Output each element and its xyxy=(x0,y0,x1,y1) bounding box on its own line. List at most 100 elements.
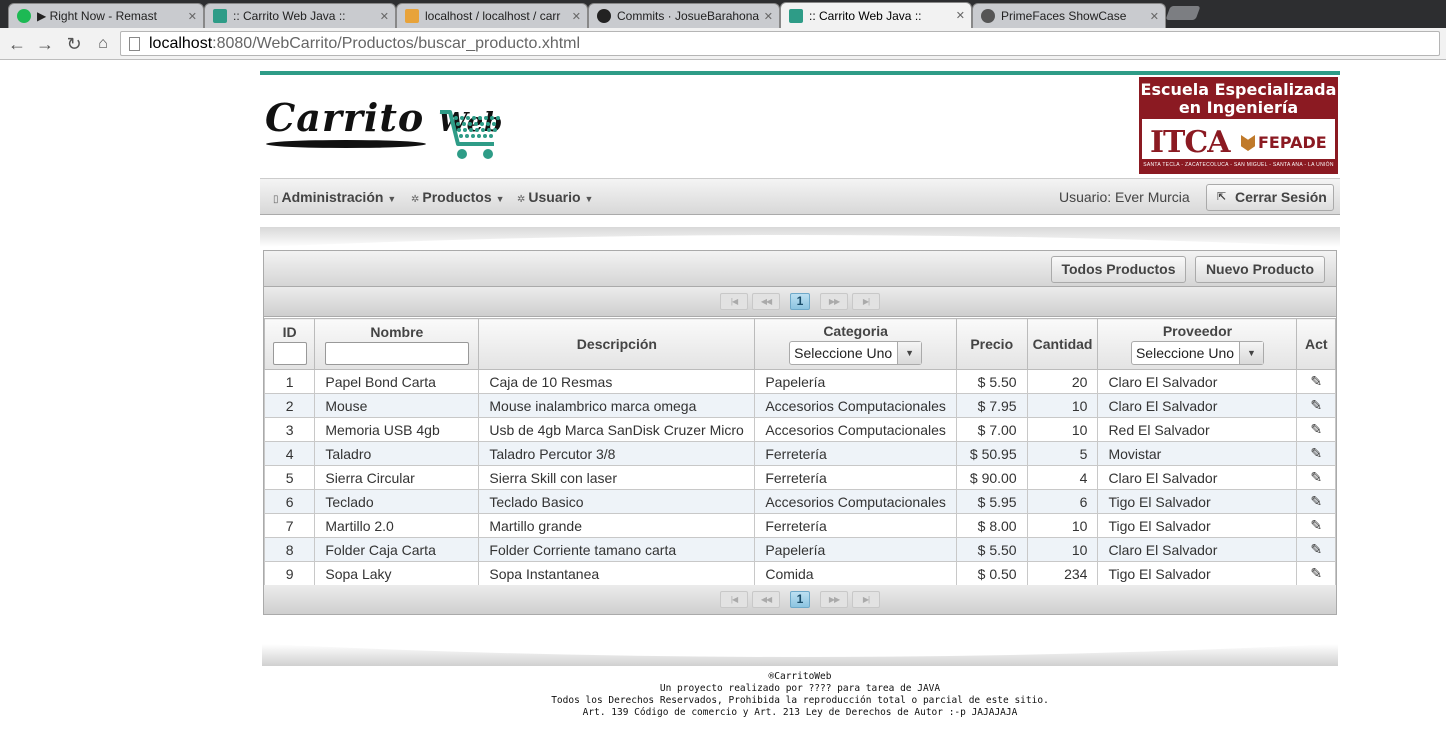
col-nombre-label: Nombre xyxy=(370,323,424,340)
browser-tab[interactable]: Commits · JosueBarahona ✕ xyxy=(588,3,780,28)
table-row[interactable]: 9 Sopa Laky Sopa Instantanea Comida $ 0.50 23… xyxy=(263,561,1336,586)
new-product-button[interactable]: Nuevo Producto xyxy=(1195,256,1325,283)
col-descripcion[interactable]: Descripción xyxy=(478,318,756,370)
next-page-button[interactable]: ▶▶ xyxy=(820,293,848,310)
cell-precio: $ 5.95 xyxy=(955,489,1028,514)
edit-pencil-icon[interactable]: ✎ xyxy=(1310,469,1322,485)
nombre-filter-input[interactable] xyxy=(324,341,469,365)
cell-act: ✎ xyxy=(1296,537,1336,562)
table-row[interactable]: 5 Sierra Circular Sierra Skill con laser Fe… xyxy=(263,465,1336,490)
page-number-button[interactable]: 1 xyxy=(790,293,810,310)
edit-pencil-icon[interactable]: ✎ xyxy=(1310,445,1322,461)
close-icon[interactable]: ✕ xyxy=(188,10,197,23)
prev-page-button[interactable]: ◀◀ xyxy=(752,591,780,608)
table-row[interactable]: 8 Folder Caja Carta Folder Corriente taman… xyxy=(263,537,1336,562)
last-page-button[interactable]: ▶| xyxy=(852,293,880,310)
chevron-down-icon[interactable]: ▼ xyxy=(1238,342,1263,364)
first-page-button[interactable]: |◀ xyxy=(720,293,748,310)
forward-icon[interactable]: → xyxy=(34,34,56,54)
all-products-button[interactable]: Todos Productos xyxy=(1051,256,1186,283)
logo-swoosh xyxy=(266,140,426,148)
page-number-button[interactable]: 1 xyxy=(790,591,810,608)
edit-pencil-icon[interactable]: ✎ xyxy=(1310,517,1322,533)
col-precio[interactable]: Precio xyxy=(955,318,1028,370)
footer-line: ®CarritoWeb xyxy=(768,671,832,682)
cell-categoria: Papelería xyxy=(754,369,957,394)
cell-act: ✎ xyxy=(1296,513,1336,538)
edit-pencil-icon[interactable]: ✎ xyxy=(1310,565,1322,581)
gear-icon: ✲ xyxy=(411,194,420,205)
chevron-down-icon[interactable]: ▼ xyxy=(897,342,922,364)
col-categoria[interactable]: Categoria Seleccione Uno ▼ xyxy=(754,318,957,370)
datatable-header: Todos Productos Nuevo Producto xyxy=(264,251,1336,287)
cell-cantidad: 20 xyxy=(1026,369,1099,394)
close-icon[interactable]: ✕ xyxy=(380,10,389,23)
logout-button[interactable]: ⇱ Cerrar Sesión xyxy=(1206,184,1334,211)
home-icon[interactable]: ⌂ xyxy=(92,34,114,54)
edit-pencil-icon[interactable]: ✎ xyxy=(1310,493,1322,509)
prev-page-button[interactable]: ◀◀ xyxy=(752,293,780,310)
url-host: localhost xyxy=(149,35,213,52)
current-user-label: Usuario: Ever Murcia xyxy=(1059,189,1190,205)
col-nombre[interactable]: Nombre xyxy=(314,318,480,370)
new-tab-button[interactable] xyxy=(1165,6,1201,20)
cell-act: ✎ xyxy=(1296,417,1336,442)
browser-tab[interactable]: :: Carrito Web Java :: ✕ xyxy=(204,3,396,28)
close-icon[interactable]: ✕ xyxy=(1150,10,1159,23)
close-icon[interactable]: ✕ xyxy=(956,9,965,22)
close-icon[interactable]: ✕ xyxy=(572,10,581,23)
edit-pencil-icon[interactable]: ✎ xyxy=(1310,397,1322,413)
chevron-down-icon: ▼ xyxy=(495,194,505,204)
cell-cantidad: 4 xyxy=(1026,465,1099,490)
browser-tab[interactable]: localhost / localhost / carr ✕ xyxy=(396,3,588,28)
menu-administracion[interactable]: ▯ Administración ▼ xyxy=(273,179,396,216)
categoria-filter-select[interactable]: Seleccione Uno ▼ xyxy=(789,341,923,365)
cell-descripcion: Sopa Instantanea xyxy=(478,561,756,586)
cell-proveedor: Claro El Salvador xyxy=(1097,369,1298,394)
col-cantidad-label: Cantidad xyxy=(1032,336,1093,352)
menu-productos[interactable]: ✲ Productos ▼ xyxy=(411,179,505,216)
table-row[interactable]: 1 Papel Bond Carta Caja de 10 Resmas Papele… xyxy=(263,369,1336,394)
logo-word-carrito: Carrito xyxy=(265,95,425,140)
next-page-button[interactable]: ▶▶ xyxy=(820,591,848,608)
table-row[interactable]: 3 Memoria USB 4gb Usb de 4gb Marca SanDisk… xyxy=(263,417,1336,442)
table-row[interactable]: 6 Teclado Teclado Basico Accesorios Computa… xyxy=(263,489,1336,514)
browser-tab[interactable]: PrimeFaces ShowCase ✕ xyxy=(972,3,1166,28)
col-cantidad[interactable]: Cantidad xyxy=(1026,318,1099,370)
edit-pencil-icon[interactable]: ✎ xyxy=(1310,421,1322,437)
col-id[interactable]: ID xyxy=(263,318,316,370)
cell-nombre: Sopa Laky xyxy=(314,561,480,586)
spotify-icon xyxy=(17,9,31,23)
header-accent-line xyxy=(260,71,1340,75)
itca-line-1: Escuela Especializada xyxy=(1140,80,1337,99)
reload-icon[interactable]: ↻ xyxy=(63,34,85,54)
cell-cantidad: 6 xyxy=(1026,489,1099,514)
proveedor-select-value: Seleccione Uno xyxy=(1135,345,1235,361)
browser-tab-active[interactable]: :: Carrito Web Java :: ✕ xyxy=(780,2,972,28)
proveedor-filter-select[interactable]: Seleccione Uno ▼ xyxy=(1130,341,1264,365)
cell-nombre: Taladro xyxy=(314,441,480,466)
id-filter-input[interactable] xyxy=(272,341,307,365)
cell-descripcion: Sierra Skill con laser xyxy=(478,465,756,490)
table-row[interactable]: 7 Martillo 2.0 Martillo grande Ferretería $ … xyxy=(263,513,1336,538)
table-row[interactable]: 4 Taladro Taladro Percutor 3/8 Ferretería $ … xyxy=(263,441,1336,466)
cell-cantidad: 10 xyxy=(1026,513,1099,538)
edit-pencil-icon[interactable]: ✎ xyxy=(1310,541,1322,557)
close-icon[interactable]: ✕ xyxy=(764,10,773,23)
cell-id: 2 xyxy=(263,393,316,418)
col-proveedor[interactable]: Proveedor Seleccione Uno ▼ xyxy=(1097,318,1298,370)
col-proveedor-label: Proveedor xyxy=(1162,323,1233,339)
table-row[interactable]: 2 Mouse Mouse inalambrico marca omega Acces… xyxy=(263,393,1336,418)
last-page-button[interactable]: ▶| xyxy=(852,591,880,608)
back-icon[interactable]: ← xyxy=(6,34,28,54)
browser-tab[interactable]: ▶ Right Now - Remast ✕ xyxy=(8,3,204,28)
cell-descripcion: Taladro Percutor 3/8 xyxy=(478,441,756,466)
address-bar[interactable]: localhost:8080/WebCarrito/Productos/busc… xyxy=(120,31,1440,56)
edit-pencil-icon[interactable]: ✎ xyxy=(1310,373,1322,389)
cell-descripcion: Mouse inalambrico marca omega xyxy=(478,393,756,418)
cell-act: ✎ xyxy=(1296,465,1336,490)
fepade-wordmark: FEPADE xyxy=(1258,133,1327,152)
menu-usuario[interactable]: ✲ Usuario ▼ xyxy=(517,179,593,216)
first-page-button[interactable]: |◀ xyxy=(720,591,748,608)
itca-fepade-logo: Escuela Especializada en Ingeniería ITCA… xyxy=(1139,77,1338,174)
